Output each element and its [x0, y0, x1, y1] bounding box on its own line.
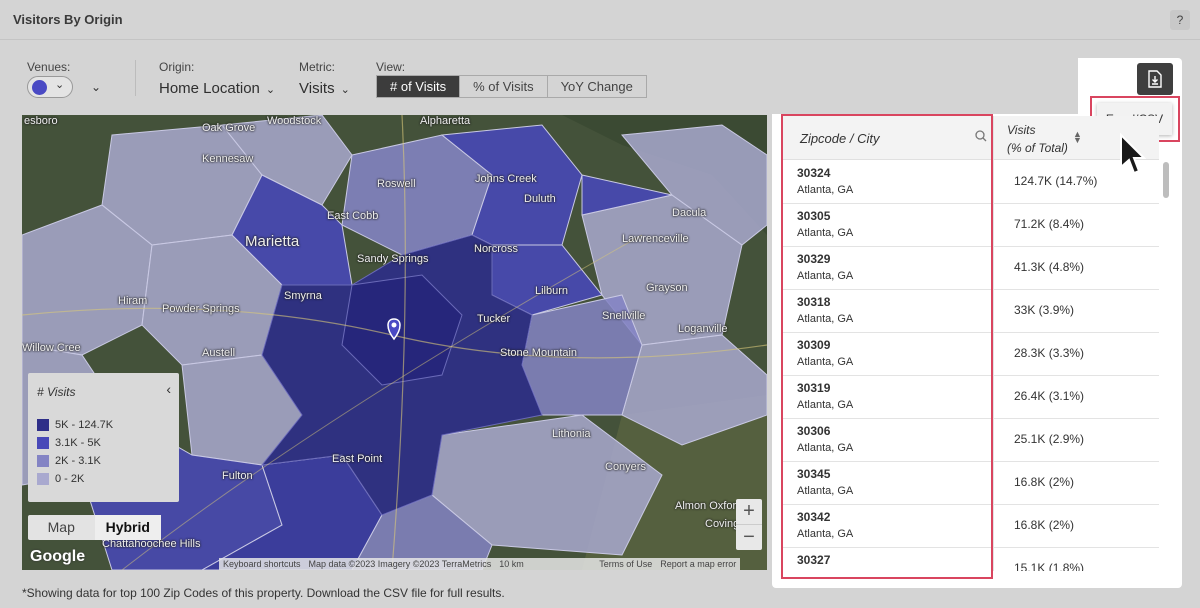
google-logo: Google: [30, 548, 86, 565]
map-label: Fulton: [222, 470, 253, 482]
venues-expand-chevron-icon[interactable]: ⌄: [91, 80, 101, 94]
view-toggle: # of Visits % of Visits YoY Change: [376, 75, 647, 98]
metric-dropdown[interactable]: Visits ⌄: [299, 80, 350, 97]
table-scrollbar[interactable]: [1160, 160, 1172, 571]
legend-item: 3.1K - 5K: [37, 437, 101, 449]
map-label: Lawrenceville: [622, 233, 689, 245]
help-button[interactable]: ?: [1170, 10, 1190, 30]
map-label: Kennesaw: [202, 153, 254, 165]
map-type-toggle: Map Hybrid: [28, 515, 161, 540]
zoom-control: + −: [736, 499, 762, 550]
map-label: Norcross: [474, 243, 519, 255]
map-label: Sandy Springs: [357, 253, 429, 265]
mouse-cursor-icon: [1120, 133, 1146, 175]
legend-title: # Visits: [37, 385, 76, 399]
controls-divider: [135, 60, 136, 96]
map-label: Austell: [202, 347, 236, 359]
download-file-icon: [1148, 70, 1162, 88]
map-attribution: Keyboard shortcuts Map data ©2023 Imager…: [219, 558, 741, 570]
venues-label: Venues:: [27, 60, 71, 74]
view-option-visits-count[interactable]: # of Visits: [377, 76, 461, 97]
map-label: Willow Cree: [22, 342, 81, 354]
legend-swatch: [37, 437, 49, 449]
header-bar: Visitors By Origin ?: [0, 0, 1200, 40]
chevron-left-icon[interactable]: ‹: [166, 381, 171, 397]
view-label: View:: [376, 60, 406, 74]
visits-column-header[interactable]: Visits (% of Total): [1007, 121, 1068, 157]
venue-color-dot: [32, 80, 47, 95]
metric-value: Visits: [299, 80, 335, 97]
legend-swatch: [37, 473, 49, 485]
venue-color-select[interactable]: ⌄: [27, 76, 73, 98]
map-label: Grayson: [646, 282, 688, 294]
map-label: Alpharetta: [420, 115, 471, 127]
origin-value: Home Location: [159, 80, 260, 97]
map-data-credit: Map data ©2023 Imagery ©2023 TerraMetric…: [308, 559, 492, 569]
map-type-hybrid-button[interactable]: Hybrid: [94, 515, 161, 540]
legend-item: 5K - 124.7K: [37, 419, 113, 431]
view-option-visits-percent[interactable]: % of Visits: [460, 76, 548, 97]
map-label: Oak Grove: [202, 122, 256, 134]
map-label: Johns Creek: [475, 173, 537, 185]
page-title: Visitors By Origin: [13, 12, 123, 27]
chevron-down-icon: ⌄: [265, 84, 276, 96]
report-error-link[interactable]: Report a map error: [656, 558, 740, 570]
highlight-zipcode-column: [781, 114, 993, 579]
chevron-down-icon: ⌄: [55, 79, 65, 91]
map-label: Marietta: [245, 233, 300, 250]
map-label: Lithonia: [552, 428, 591, 440]
map-legend: # Visits ‹ 5K - 124.7K 3.1K - 5K 2K - 3.…: [28, 373, 179, 502]
map-label: Snellville: [602, 310, 646, 322]
origin-dropdown[interactable]: Home Location ⌄: [159, 80, 275, 97]
map-label: East Point: [332, 453, 383, 465]
map-label: Woodstock: [267, 115, 322, 127]
map-label: East Cobb: [327, 210, 379, 222]
sort-icon[interactable]: ▲ ▼: [1073, 130, 1082, 145]
legend-swatch: [37, 455, 49, 467]
map-label: Almon Oxford: [675, 500, 743, 512]
scrollbar-thumb[interactable]: [1163, 162, 1169, 198]
map-label: Loganville: [678, 323, 728, 335]
map-label: Dacula: [672, 207, 707, 219]
map-label: Powder Springs: [162, 303, 240, 315]
origin-label: Origin:: [159, 60, 195, 74]
terms-link[interactable]: Terms of Use: [595, 558, 656, 570]
map-label: Tucker: [477, 313, 511, 325]
map-label: Stone Mountain: [500, 347, 578, 359]
scale-label: 10 km: [499, 559, 524, 569]
map-label: Smyrna: [284, 290, 322, 302]
zoom-in-button[interactable]: +: [736, 499, 762, 524]
legend-swatch: [37, 419, 49, 431]
map-label: Lilburn: [535, 285, 569, 297]
legend-item: 2K - 3.1K: [37, 455, 101, 467]
keyboard-shortcuts-link[interactable]: Keyboard shortcuts: [219, 558, 305, 570]
footnote: *Showing data for top 100 Zip Codes of t…: [22, 586, 505, 600]
map-label: Roswell: [377, 178, 416, 190]
legend-item: 0 - 2K: [37, 473, 84, 485]
map-label: Duluth: [524, 193, 556, 205]
map-label: esboro: [24, 115, 58, 127]
map-label: Hiram: [118, 295, 148, 307]
zoom-out-button[interactable]: −: [736, 525, 762, 550]
download-button[interactable]: [1137, 63, 1173, 95]
metric-label: Metric:: [299, 60, 335, 74]
view-option-yoy-change[interactable]: YoY Change: [548, 76, 646, 97]
chevron-down-icon: ⌄: [340, 84, 350, 96]
map-label: Conyers: [605, 461, 646, 473]
map-type-map-button[interactable]: Map: [28, 515, 95, 540]
